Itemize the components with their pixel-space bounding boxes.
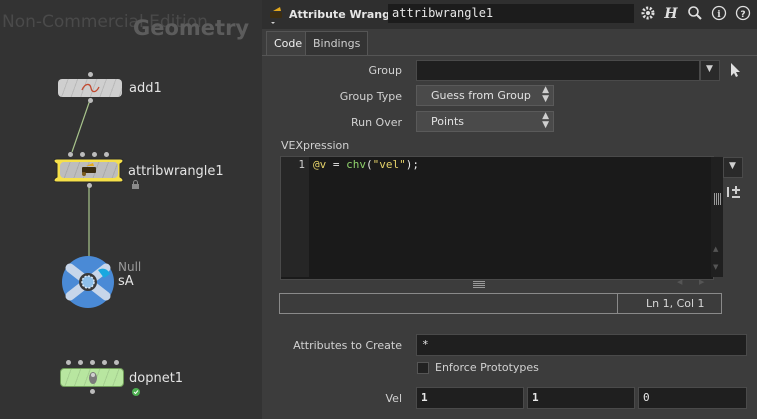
vel-z-field[interactable]: 0 <box>638 387 747 409</box>
updown-arrow-icon: ▲ ▼ <box>542 85 549 104</box>
run-over-value: Points <box>431 115 465 128</box>
node-name-field[interactable]: attribwrangle1 <box>388 4 634 23</box>
tab-code[interactable]: Code <box>266 31 311 55</box>
node-body[interactable] <box>58 79 122 97</box>
wrangle-type-icon[interactable] <box>268 5 286 25</box>
node-output-dot[interactable] <box>90 389 95 394</box>
editor-status-bar: Ln 1, Col 1 <box>279 293 722 314</box>
line-number: 1 <box>298 158 305 171</box>
node-output-dot[interactable] <box>87 183 92 188</box>
line-number-gutter: 1 <box>281 157 309 277</box>
parameter-tabs: Code Bindings <box>262 29 757 56</box>
null-node-icon <box>62 256 114 308</box>
search-icon[interactable] <box>686 5 704 23</box>
parameter-editor: Attribute Wrangle attribwrangle1 H i ? C… <box>262 0 757 419</box>
code-token-close: ); <box>405 158 419 171</box>
chevron-down-icon: ▼ <box>706 64 713 74</box>
check-status-icon <box>132 388 140 396</box>
attributes-to-create-label: Attributes to Create <box>293 339 402 352</box>
select-arrow-icon[interactable] <box>728 61 742 79</box>
attributes-to-create-field[interactable]: * <box>416 334 747 356</box>
cursor-position-status: Ln 1, Col 1 <box>646 297 705 310</box>
gear-icon[interactable] <box>639 5 657 23</box>
node-input-dot <box>78 360 83 365</box>
lock-icon[interactable] <box>131 180 141 190</box>
node-wires <box>71 99 91 257</box>
group-type-value: Guess from Group <box>431 89 531 102</box>
enforce-prototypes-label: Enforce Prototypes <box>435 361 539 374</box>
scroll-down-icon[interactable]: ▼ <box>713 263 718 271</box>
node-dopnet1[interactable]: dopnet1 <box>58 360 238 400</box>
code-token-function: chv <box>346 158 366 171</box>
scroll-grip-icon <box>473 281 485 288</box>
chevron-down-icon: ▼ <box>729 161 736 171</box>
wrangle-icon <box>82 163 96 176</box>
node-type-label: Attribute Wrangle <box>289 8 402 21</box>
network-editor[interactable]: Non-Commercial Edition Geometry add1 att… <box>0 0 262 419</box>
scroll-up-icon[interactable]: ▲ <box>713 245 718 253</box>
vel-y-field[interactable]: 1 <box>527 387 635 409</box>
info-icon[interactable]: i <box>710 5 728 23</box>
node-body[interactable] <box>60 162 118 178</box>
node-sA[interactable]: Null sA <box>60 254 220 310</box>
node-input-dot <box>102 360 107 365</box>
svg-text:?: ? <box>740 10 745 20</box>
group-type-menu[interactable]: Guess from Group ▲ ▼ <box>416 85 554 106</box>
question-icon[interactable]: ? <box>734 5 752 23</box>
vex-menu-button[interactable]: ▼ <box>723 157 743 178</box>
node-body[interactable] <box>60 368 124 387</box>
scroll-right-icon[interactable]: ▶ <box>699 278 704 286</box>
node-add1[interactable]: add1 <box>56 72 216 103</box>
create-spare-params-icon[interactable] <box>726 184 744 200</box>
run-over-label: Run Over <box>350 116 402 129</box>
parameter-title-bar: Attribute Wrangle attribwrangle1 H i ? <box>262 0 757 29</box>
run-over-menu[interactable]: Points ▲ ▼ <box>416 111 554 132</box>
help-h-icon[interactable]: H <box>662 5 680 23</box>
node-input-dot <box>88 72 93 77</box>
node-label: dopnet1 <box>129 371 184 386</box>
node-type-label: Null <box>118 260 142 274</box>
group-field[interactable] <box>416 60 700 81</box>
vel-x-field[interactable]: 1 <box>416 387 524 409</box>
code-token-operator: = <box>326 158 347 171</box>
dop-network-icon <box>89 372 97 384</box>
node-label: sA <box>118 274 134 289</box>
vel-label: Vel <box>385 392 403 405</box>
node-label: add1 <box>129 81 162 96</box>
scroll-grip-icon <box>714 193 721 205</box>
code-token-variable: @v <box>313 158 327 171</box>
code-line[interactable]: @v = chv("vel"); <box>313 158 419 171</box>
group-dropdown-button[interactable]: ▼ <box>700 60 720 81</box>
status-divider <box>617 294 618 313</box>
group-type-label: Group Type <box>339 90 402 103</box>
svg-text:i: i <box>717 10 721 20</box>
node-label: attribwrangle1 <box>128 164 224 179</box>
code-token-paren: ( <box>366 158 373 171</box>
enforce-prototypes-checkbox[interactable] <box>417 362 429 374</box>
node-input-dot <box>66 360 71 365</box>
node-input-dot <box>114 360 119 365</box>
vertical-scrollbar[interactable]: ▲ ▼ <box>711 157 723 277</box>
tab-bindings[interactable]: Bindings <box>305 31 369 55</box>
vex-code-editor[interactable]: 1 @v = chv("vel"); ▲ ▼ ◀ ▶ <box>280 156 723 288</box>
node-input-dot <box>90 360 95 365</box>
vexpression-label: VEXpression <box>281 139 350 152</box>
horizontal-scrollbar[interactable]: ◀ ▶ <box>309 278 711 289</box>
node-attribwrangle1[interactable]: attribwrangle1 <box>54 150 254 192</box>
updown-arrow-icon: ▲ ▼ <box>542 111 549 130</box>
curve-icon <box>81 83 100 93</box>
group-label: Group <box>368 64 403 77</box>
node-output-dot[interactable] <box>88 98 93 103</box>
code-token-string: "vel" <box>372 158 406 171</box>
wire-add1-to-attribwrangle1 <box>71 99 91 153</box>
scroll-left-icon[interactable]: ◀ <box>677 278 682 286</box>
